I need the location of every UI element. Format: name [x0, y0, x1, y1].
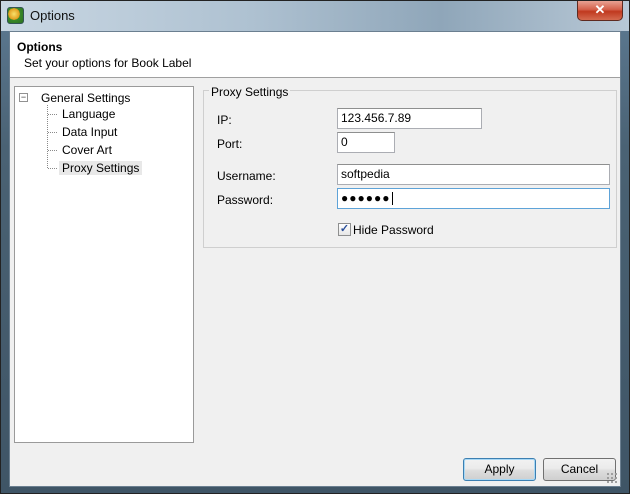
proxy-group-title: Proxy Settings: [209, 85, 291, 99]
tree-root-label[interactable]: General Settings: [41, 90, 130, 106]
book-label-app-icon: [7, 7, 24, 24]
resize-grip[interactable]: [606, 472, 618, 484]
close-button[interactable]: ✕: [577, 1, 623, 21]
username-label: Username:: [217, 169, 276, 183]
tree-item-label[interactable]: Language: [59, 107, 118, 121]
apply-button[interactable]: Apply: [463, 458, 536, 481]
tree-item-data-input[interactable]: Data Input: [48, 124, 120, 141]
close-icon: ✕: [594, 2, 606, 17]
tree-connector: [48, 168, 57, 170]
window-title: Options: [30, 8, 75, 23]
hide-password-checkbox[interactable]: ✓: [338, 223, 351, 236]
text-caret: [391, 192, 393, 206]
password-masked-value: ●●●●●●: [341, 191, 391, 205]
tree-item-label[interactable]: Data Input: [59, 125, 120, 139]
tree-item-language[interactable]: Language: [48, 106, 118, 123]
port-input[interactable]: 0: [337, 132, 395, 153]
hide-password-label[interactable]: Hide Password: [353, 223, 434, 237]
tree-item-label[interactable]: Cover Art: [59, 143, 115, 157]
ip-input[interactable]: 123.456.7.89: [337, 108, 482, 129]
settings-tree[interactable]: − General Settings Language Data Input C…: [14, 86, 194, 443]
collapse-icon[interactable]: −: [19, 93, 28, 102]
tree-item-proxy-settings[interactable]: Proxy Settings: [48, 160, 143, 177]
dialog-header: Options Set your options for Book Label: [10, 32, 620, 78]
password-label: Password:: [217, 193, 274, 207]
header-title: Options: [17, 40, 63, 54]
tree-item-label[interactable]: Proxy Settings: [59, 161, 143, 175]
header-subtitle: Set your options for Book Label: [24, 56, 192, 70]
password-input[interactable]: ●●●●●●: [337, 188, 610, 209]
options-window: Options ✕ Options Set your options for B…: [0, 0, 630, 494]
title-bar[interactable]: Options ✕: [1, 1, 629, 31]
tree-connector: [48, 114, 57, 116]
username-input[interactable]: softpedia: [337, 164, 610, 185]
tree-connector: [48, 150, 57, 152]
checkmark-icon: ✓: [339, 223, 350, 235]
port-label: Port:: [217, 137, 243, 151]
tree-connector: [48, 132, 57, 134]
dialog-client-area: Options Set your options for Book Label …: [9, 31, 621, 487]
tree-item-cover-art[interactable]: Cover Art: [48, 142, 115, 159]
ip-label: IP:: [217, 113, 232, 127]
